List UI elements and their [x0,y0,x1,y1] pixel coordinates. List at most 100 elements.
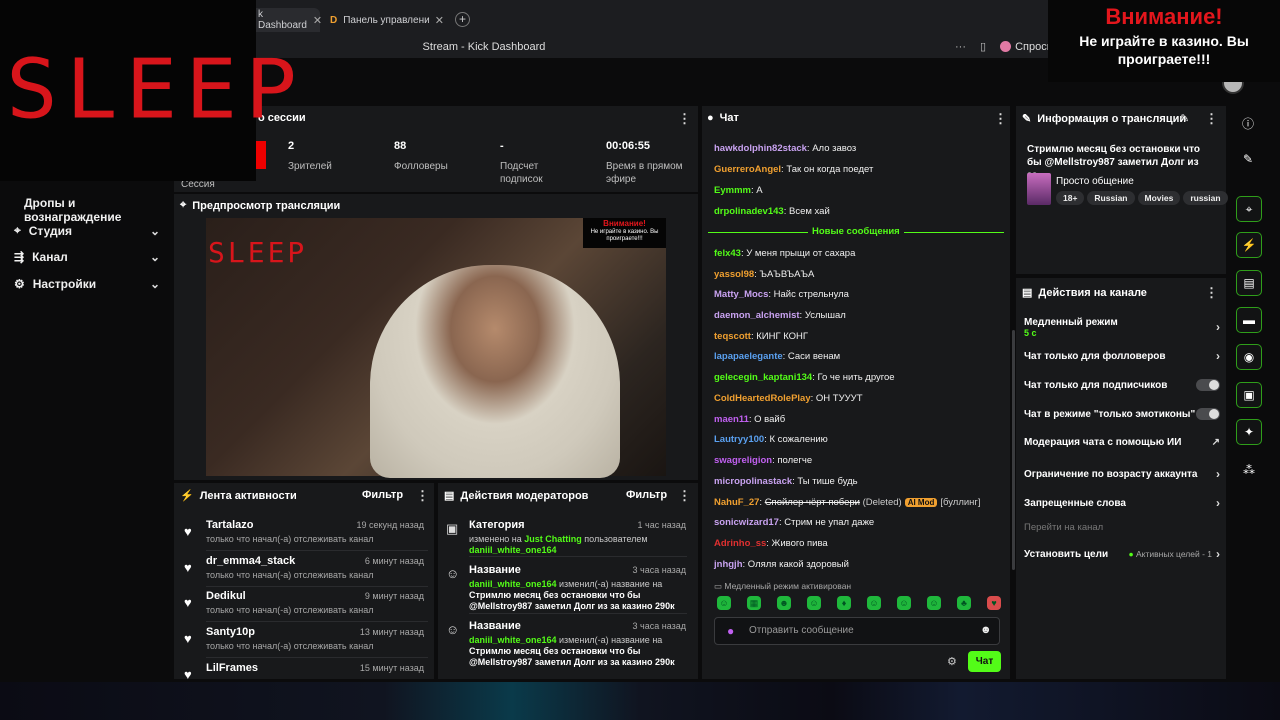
follower-name[interactable]: LilFrames [206,662,258,674]
category-link[interactable]: Just Chatting [524,534,582,544]
chat-username[interactable]: teqscott [714,331,751,342]
tag[interactable]: 18+ [1056,191,1085,205]
chat-username[interactable]: gelecegin_kaptani134 [714,372,812,383]
chat-username[interactable]: Matty_Mocs [714,289,768,300]
emote-icon[interactable]: ☺ [867,596,881,610]
more-icon[interactable]: ··· [955,41,966,53]
chat-username[interactable]: drpolinadev143 [714,206,784,217]
chat-username[interactable]: ColdHeartedRolePlay [714,393,811,404]
emote-icon[interactable]: ☺ [897,596,911,610]
close-icon[interactable]: ✕ [313,14,322,27]
chat-username[interactable]: swagreligion [714,455,772,466]
apps-icon[interactable]: ⁂ [1243,463,1255,477]
follower-name[interactable]: dr_emma4_stack [206,555,295,567]
chat-settings-icon[interactable]: ⚙ [947,655,957,668]
follower-name[interactable]: Dedikul [206,590,246,602]
tag[interactable]: Russian [1087,191,1135,205]
chat-title: Чат [719,112,739,124]
chat-username[interactable]: yassol98 [714,269,754,280]
nav-drops-rewards[interactable]: Дропы и вознаграждение [24,196,170,224]
emoji-icon[interactable]: ☻ [980,624,992,636]
chat-message: maen11: О вайб [714,414,785,425]
broadcast-icon[interactable]: ◉ [1236,344,1262,370]
tag[interactable]: russian [1183,191,1228,205]
send-chat-button[interactable]: Чат [968,651,1001,672]
studio-tool-icon[interactable]: ⌖ [1236,196,1262,222]
chat-username[interactable]: lapapaelegante [714,351,783,362]
chat-input[interactable]: ● Отправить сообщение ☻ [714,617,1000,645]
new-tab-icon[interactable]: + [455,12,470,27]
goto-channel-link[interactable]: Перейти на канал [1024,522,1103,533]
channel-actions-icon[interactable]: ▣ [1236,382,1262,408]
lightning-icon[interactable]: ⚡ [1236,232,1262,258]
chat-username[interactable]: maen11 [714,414,749,425]
nav-channel[interactable]: ⇶ Канал ⌄ [14,250,160,264]
pencil-icon[interactable]: ✎ [1243,152,1253,166]
document-icon[interactable]: ▤ [1236,270,1262,296]
ask-button[interactable]: Спроси [1000,41,1053,53]
chat-username[interactable]: Lautryy100 [714,434,764,445]
pencil-icon[interactable]: ✎ [1180,112,1189,125]
emote-icon[interactable]: ☻ [777,596,791,610]
info-icon[interactable]: ⓘ [1242,115,1254,132]
banned-words-setting[interactable]: Запрещенные слова › [1024,496,1220,510]
emote-icon[interactable]: ♣ [957,596,971,610]
emote-icon[interactable]: ☺ [927,596,941,610]
followers-only-setting[interactable]: Чат только для фолловеров › [1024,349,1220,363]
chat-username[interactable]: Adrinho_ss [714,538,766,549]
warning-text: Не играйте в казино. Вы проиграете!!! [1079,33,1249,67]
chat-username[interactable]: daemon_alchemist [714,310,800,321]
emote-icon[interactable]: ♦ [837,596,851,610]
microphone-icon[interactable]: ● [727,624,734,638]
bookmark-icon[interactable]: ▯ [980,40,986,53]
chat-username[interactable]: GuerreroAngel [714,164,781,175]
more-icon[interactable]: ⋮ [1205,111,1218,127]
chat-username[interactable]: Eymmm [714,185,751,196]
stat-value: 2 [288,140,295,152]
user-link[interactable]: daniil_white_one164 [469,545,557,555]
chat-username[interactable]: NahuF_27 [714,497,759,508]
nav-studio[interactable]: ⌖ Студия ⌄ [14,223,160,238]
chat-username[interactable]: jnhgjh [714,559,743,570]
user-link[interactable]: daniil_white_one164 [469,579,557,589]
emote-only-toggle[interactable] [1196,408,1220,420]
video-sleep-overlay: SLEEP [208,236,308,269]
follower-name[interactable]: Tartalazo [206,519,253,531]
category-name[interactable]: Просто общение [1056,176,1134,187]
more-icon[interactable]: ⋮ [416,488,429,504]
more-icon[interactable]: ⋮ [1205,285,1218,301]
follower-name[interactable]: Santy10p [206,626,255,638]
user-link[interactable]: daniil_white_one164 [469,635,557,645]
chat-username[interactable]: felx43 [714,248,741,259]
close-icon[interactable]: ✕ [435,14,444,27]
more-icon[interactable]: ⋮ [994,111,1007,127]
list-item: ▣ Категория 1 час назад изменено на Just… [446,519,690,559]
tag[interactable]: Movies [1137,191,1181,205]
address-bar-actions: ··· ▯ Спроси [955,40,1053,54]
nav-settings[interactable]: ⚙ Настройки ⌄ [14,277,160,291]
account-age-setting[interactable]: Ограничение по возрасту аккаунта › [1024,467,1220,481]
set-goals-setting[interactable]: Установить цели ● Активных целей - 1 › [1024,547,1220,561]
slow-mode-setting[interactable]: Медленный режим 5 с › [1024,316,1220,338]
more-icon[interactable]: ⋮ [678,111,691,127]
chat-username[interactable]: hawkdolphin82stack [714,143,807,154]
chat-bubble-icon[interactable]: ▬ [1236,307,1262,333]
emote-icon[interactable]: ▦ [747,596,761,610]
chat-username[interactable]: sonicwizard17 [714,517,779,528]
chat-username[interactable]: micropolinastack [714,476,792,487]
wrench-icon[interactable]: ✦ [1236,419,1262,445]
emote-icon[interactable]: ♥ [987,596,1001,610]
chevron-down-icon: ⌄ [149,277,160,291]
video-warning-title: Внимание! [603,219,646,228]
chat-scrollbar[interactable] [1012,330,1015,570]
tab-kick-dashboard[interactable]: k Dashboard ✕ [250,8,322,32]
emote-icon[interactable]: ☺ [717,596,731,610]
activity-filter-button[interactable]: Фильтр [362,489,403,501]
ai-moderation-setting[interactable]: Модерация чата с помощью ИИ ↗ [1024,437,1220,448]
subscribers-only-toggle[interactable] [1196,379,1220,391]
emote-icon[interactable]: ☺ [807,596,821,610]
list-item: ♥ LilFrames 15 минут назад [184,662,428,682]
tab-control-panel[interactable]: D Панель управления - Dor ✕ [322,8,452,32]
mod-filter-button[interactable]: Фильтр [626,489,667,501]
more-icon[interactable]: ⋮ [678,488,691,504]
